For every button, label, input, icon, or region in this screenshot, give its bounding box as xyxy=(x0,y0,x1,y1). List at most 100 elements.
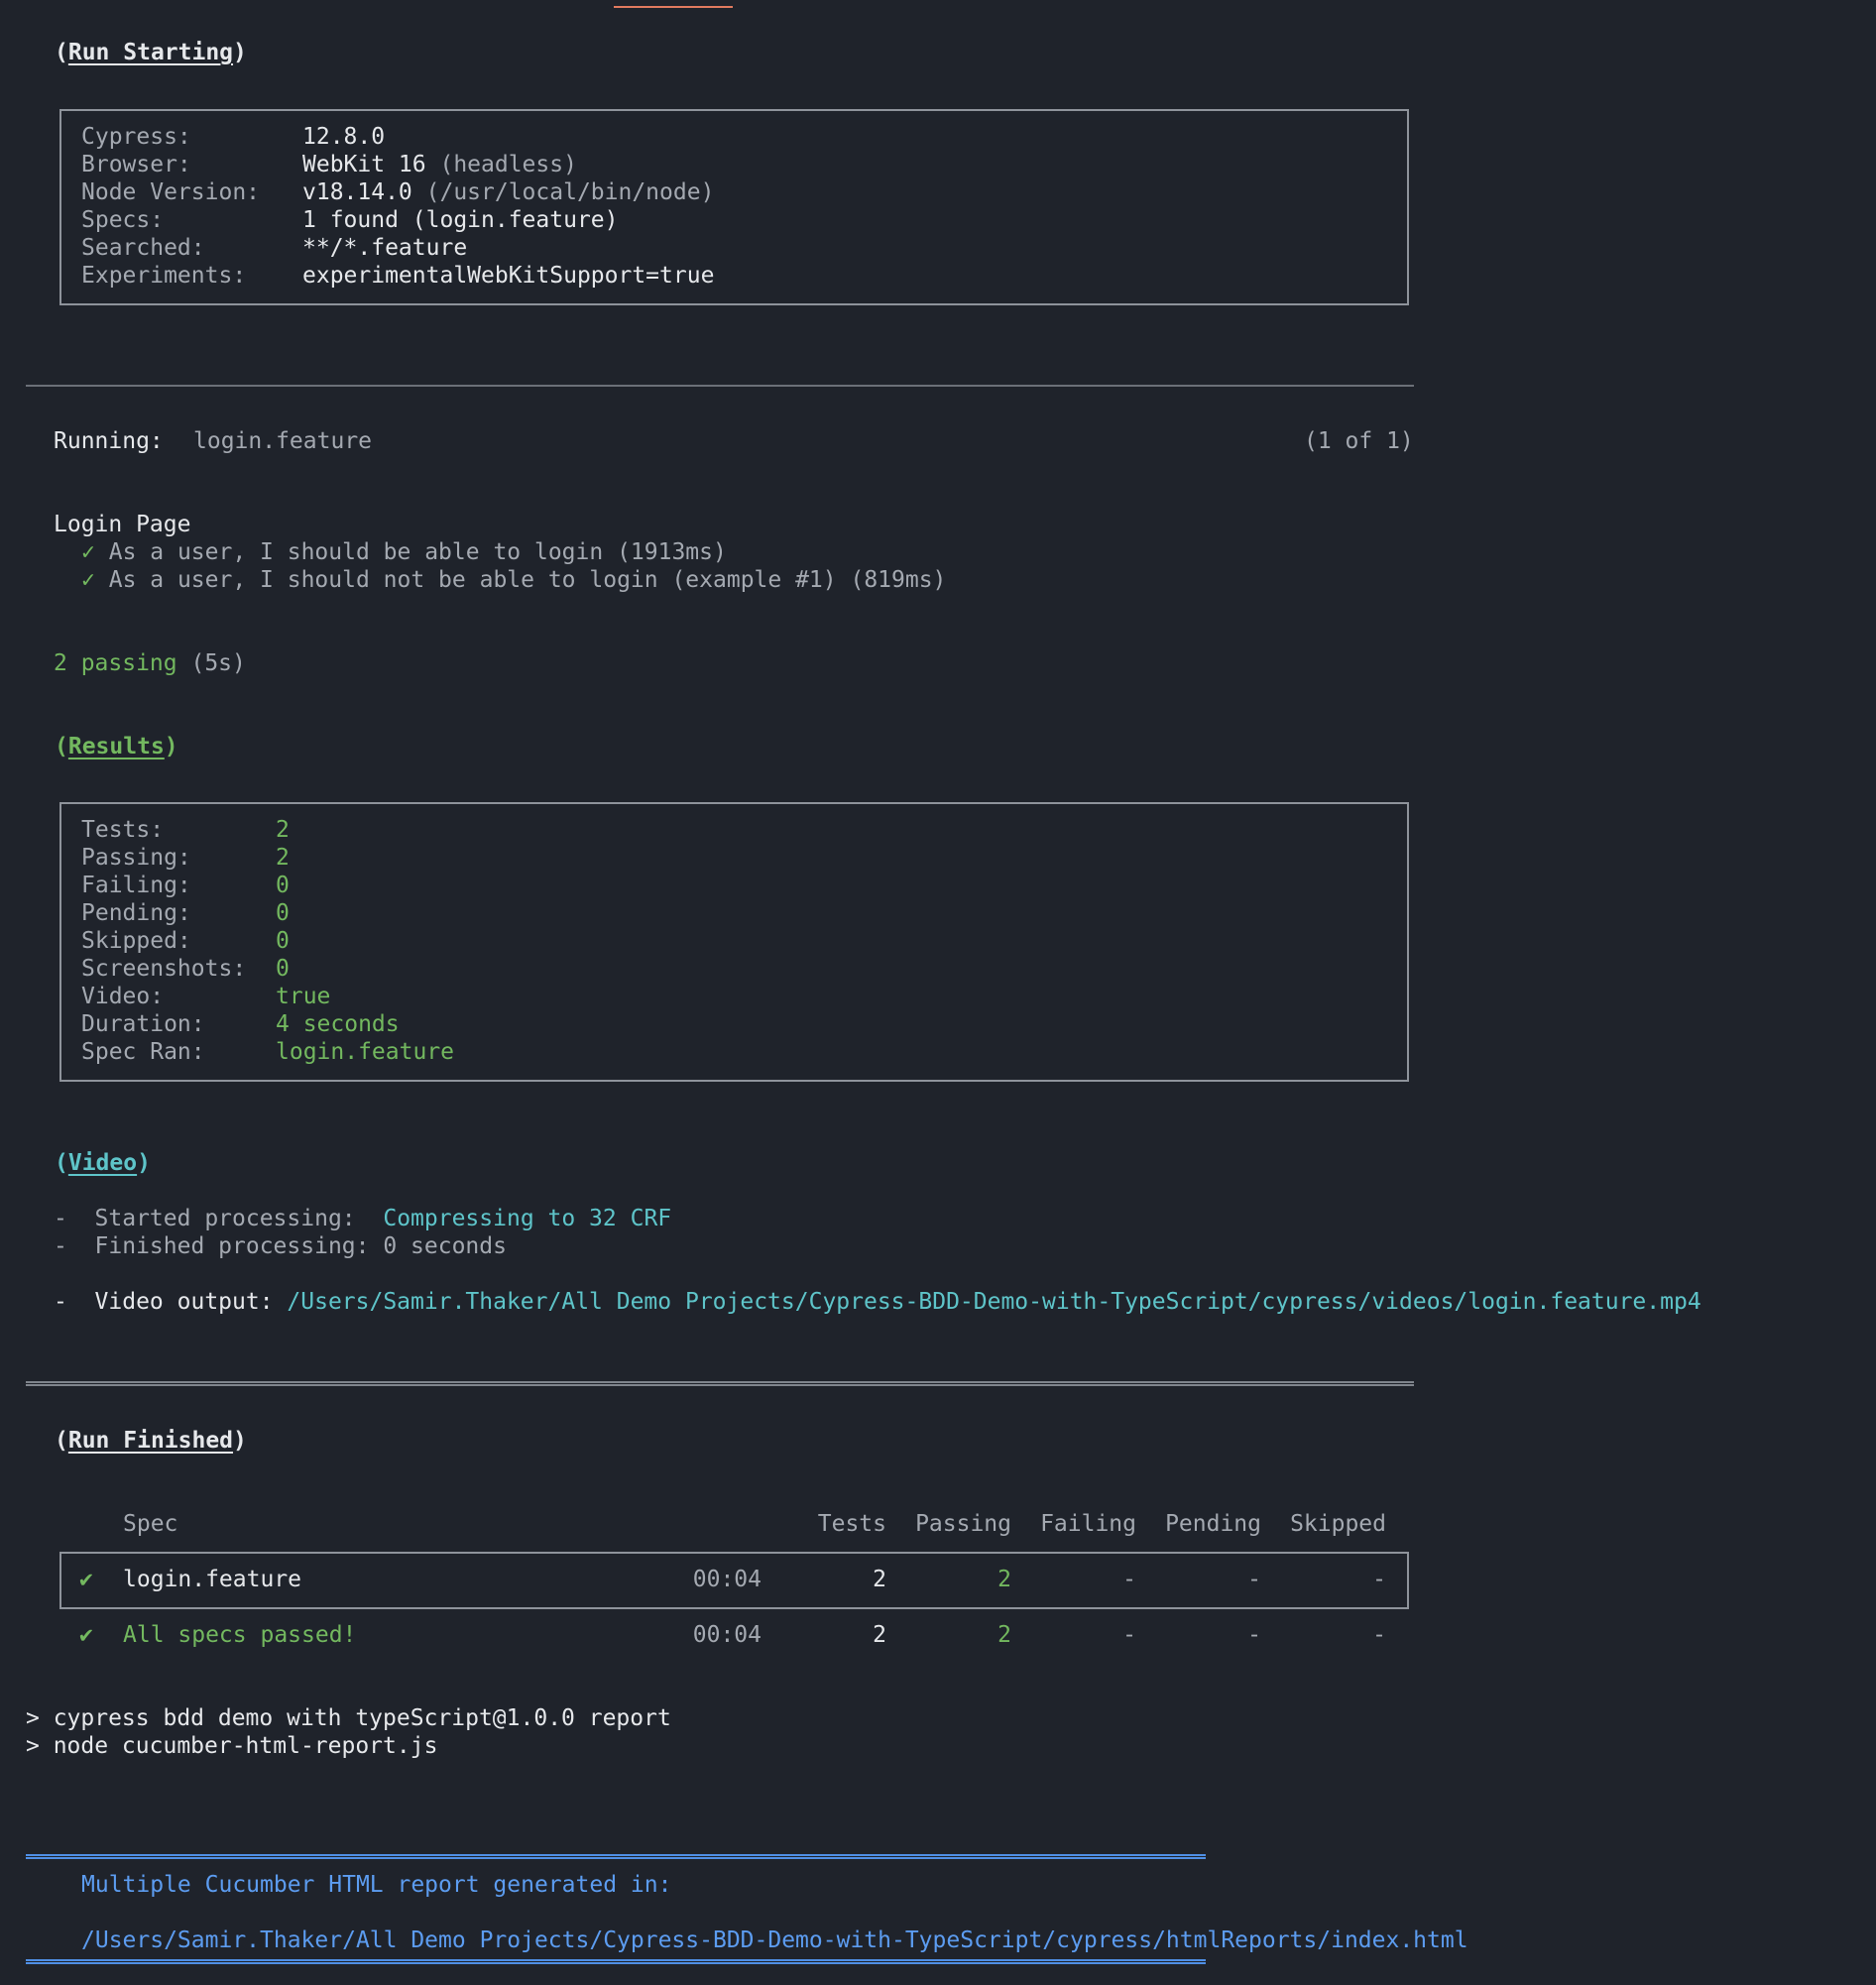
total-tests: 2 xyxy=(873,1622,886,1648)
spec-tests: 2 xyxy=(873,1567,886,1592)
header-spec: Spec xyxy=(123,1511,178,1537)
video-value: true xyxy=(276,984,331,1009)
total-time: 00:04 xyxy=(692,1622,762,1648)
paren-open: ( xyxy=(55,734,68,759)
searched-value: **/*.feature xyxy=(302,234,467,262)
video-label: Video xyxy=(67,1150,138,1176)
paren-open: ( xyxy=(55,40,68,65)
check-icon: ✔ xyxy=(79,1567,93,1592)
report-path[interactable]: /Users/Samir.Thaker/All Demo Projects/Cy… xyxy=(81,1927,1468,1954)
value: experimentalWebKitSupport=true xyxy=(302,263,715,289)
browser-key: Browser: xyxy=(81,152,191,177)
extra: (headless) xyxy=(425,152,577,177)
scroll-indicator xyxy=(614,6,733,8)
paren-close: ) xyxy=(233,40,247,65)
started-label: - Started processing: xyxy=(54,1206,384,1231)
failing-key: Failing: xyxy=(81,873,191,898)
run-starting-box xyxy=(59,109,1409,305)
started-value: Compressing to 32 CRF xyxy=(383,1206,672,1231)
extra: (/usr/local/bin/node) xyxy=(411,179,715,205)
output-label: - Video output: xyxy=(54,1289,288,1315)
value: 12.8.0 xyxy=(302,124,386,150)
skipped-key: Skipped: xyxy=(81,928,191,954)
total-failing: - xyxy=(1122,1622,1136,1648)
results-label: Results xyxy=(67,734,165,759)
screenshots-key: Screenshots: xyxy=(81,956,247,982)
total-skipped: - xyxy=(1372,1622,1386,1648)
output-path[interactable]: /Users/Samir.Thaker/All Demo Projects/Cy… xyxy=(287,1289,1700,1315)
tests-key: Tests: xyxy=(81,817,165,843)
passing-summary: 2 passing (5s) xyxy=(54,649,246,677)
failing-value: 0 xyxy=(276,873,290,898)
report-divider-bottom xyxy=(26,1959,1206,1964)
video-heading: (Video) xyxy=(55,1149,151,1177)
total-passing: 2 xyxy=(997,1622,1011,1648)
run-finished-label: Run Finished xyxy=(67,1428,234,1454)
check-icon: ✔ xyxy=(79,1622,93,1648)
paren-open: ( xyxy=(55,1428,68,1454)
command-line: > cypress bdd demo with typeScript@1.0.0… xyxy=(26,1705,671,1731)
video-finished: - Finished processing: 0 seconds xyxy=(54,1233,507,1259)
test-name: As a user, I should be able to login xyxy=(108,539,604,565)
cypress-key: Cypress: xyxy=(81,124,191,150)
cypress-value: 12.8.0 xyxy=(302,123,385,151)
header-passing: Passing xyxy=(915,1511,1011,1537)
test-row: ✓ As a user, I should not be able to log… xyxy=(81,566,946,594)
pending-value: 0 xyxy=(276,900,290,926)
video-started: - Started processing: Compressing to 32 … xyxy=(54,1205,671,1232)
experiments-value: experimentalWebKitSupport=true xyxy=(302,262,714,290)
check-icon: ✓ xyxy=(81,567,95,593)
test-row: ✓ As a user, I should be able to login (… xyxy=(81,538,727,566)
paren-close: ) xyxy=(137,1150,151,1176)
spec-pending: - xyxy=(1247,1567,1261,1592)
paren-open: ( xyxy=(55,1150,68,1176)
spec-passing: 2 xyxy=(997,1567,1011,1592)
duration-value: 4 seconds xyxy=(276,1011,400,1037)
total-pending: - xyxy=(1247,1622,1261,1648)
test-time: (1913ms) xyxy=(603,539,727,565)
screenshots-value: 0 xyxy=(276,956,290,982)
test-name: As a user, I should not be able to login… xyxy=(108,567,837,593)
duration-key: Duration: xyxy=(81,1011,205,1037)
double-divider xyxy=(26,1381,1414,1386)
report-divider-top xyxy=(26,1854,1206,1859)
check-icon: ✓ xyxy=(81,539,95,565)
spec-name: login.feature xyxy=(123,1567,302,1592)
spec-time: 00:04 xyxy=(692,1567,762,1592)
header-skipped: Skipped xyxy=(1290,1511,1386,1537)
skipped-value: 0 xyxy=(276,928,290,954)
command-line: > node cucumber-html-report.js xyxy=(26,1733,438,1759)
running-label: Running: xyxy=(54,428,164,454)
passing-time: (5s) xyxy=(176,650,246,676)
specs-key: Specs: xyxy=(81,207,165,233)
header-failing: Failing xyxy=(1040,1511,1136,1537)
results-heading: (Results) xyxy=(55,733,178,760)
node-version-key: Node Version: xyxy=(81,179,261,205)
video-output: - Video output: /Users/Samir.Thaker/All … xyxy=(54,1288,1701,1316)
passing-key: Passing: xyxy=(81,845,191,871)
browser-value: WebKit 16 (headless) xyxy=(302,151,577,178)
results-box xyxy=(59,802,1409,1082)
suite-title: Login Page xyxy=(54,512,191,537)
spec-ran-key: Spec Ran: xyxy=(81,1039,205,1065)
video-key: Video: xyxy=(81,984,165,1009)
run-starting-label: Run Starting xyxy=(67,40,234,65)
specs-value: 1 found (login.feature) xyxy=(302,206,619,234)
paren-close: ) xyxy=(233,1428,247,1454)
report-message: Multiple Cucumber HTML report generated … xyxy=(81,1872,672,1898)
header-pending: Pending xyxy=(1165,1511,1261,1537)
spec-failing: - xyxy=(1122,1567,1136,1592)
running-spec: login.feature xyxy=(193,428,373,454)
passing-count: 2 passing xyxy=(54,650,177,676)
node-version-value: v18.14.0 (/usr/local/bin/node) xyxy=(302,178,714,206)
pending-key: Pending: xyxy=(81,900,191,926)
run-starting-heading: (Run Starting) xyxy=(55,39,247,66)
spec-ran-value: login.feature xyxy=(276,1039,455,1065)
paren-close: ) xyxy=(164,734,178,759)
experiments-key: Experiments: xyxy=(81,263,247,289)
spec-skipped: - xyxy=(1372,1567,1386,1592)
header-tests: Tests xyxy=(817,1511,886,1537)
value: **/*.feature xyxy=(302,235,468,261)
all-specs-passed: All specs passed! xyxy=(123,1622,357,1648)
running-count: (1 of 1) xyxy=(1304,428,1414,454)
